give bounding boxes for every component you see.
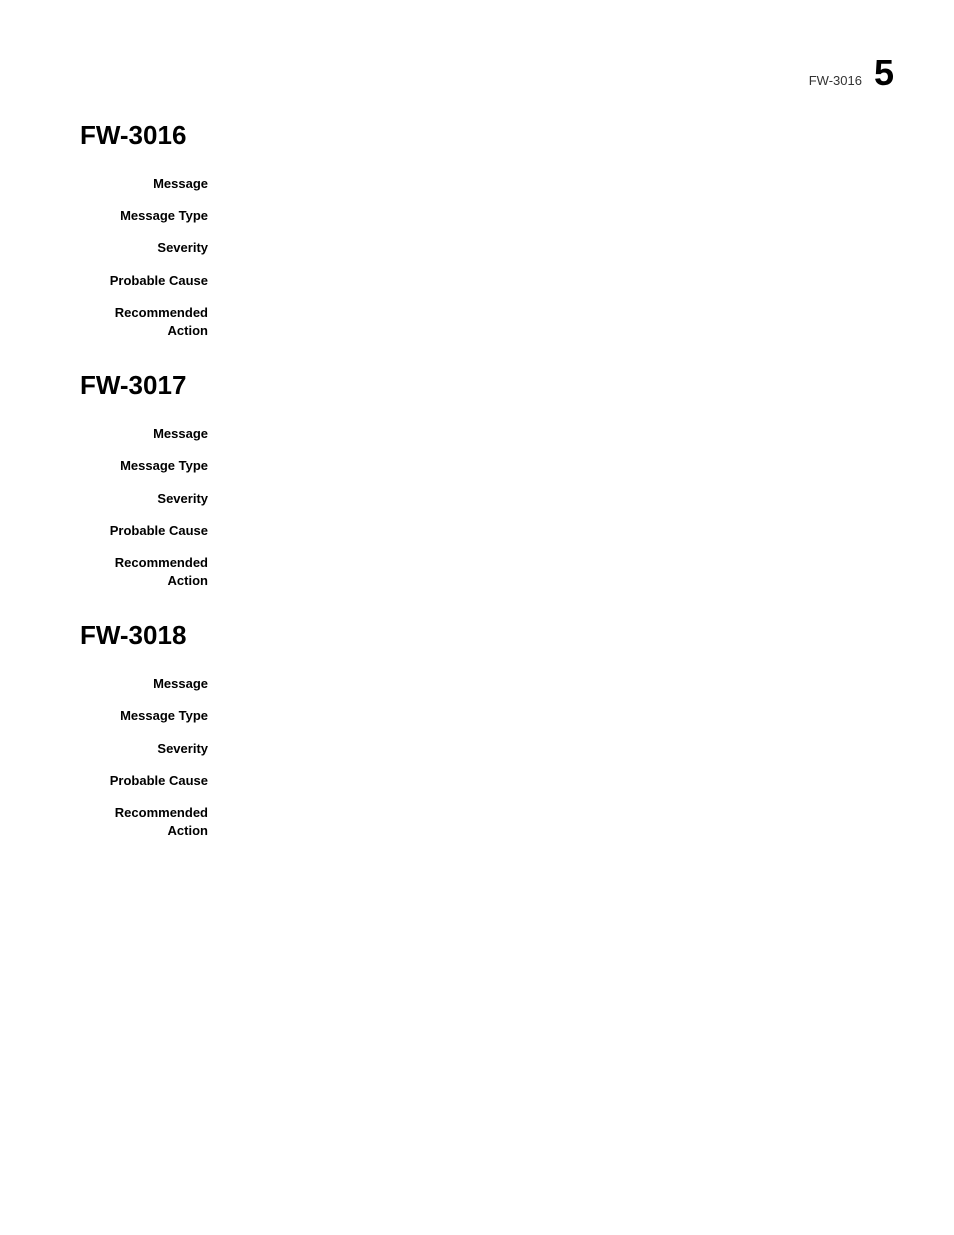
field-value-fw-3016-1: [220, 207, 874, 225]
field-row-fw-3018-2: Severity: [80, 740, 874, 758]
entry-title-fw-3016: FW-3016: [80, 120, 874, 151]
entry-title-fw-3018: FW-3018: [80, 620, 874, 651]
field-value-fw-3018-2: [220, 740, 874, 758]
field-row-fw-3018-1: Message Type: [80, 707, 874, 725]
field-label-fw-3018-3: Probable Cause: [80, 772, 220, 790]
field-row-fw-3018-0: Message: [80, 675, 874, 693]
field-label-fw-3018-0: Message: [80, 675, 220, 693]
field-label-fw-3016-3: Probable Cause: [80, 272, 220, 290]
field-row-fw-3017-3: Probable Cause: [80, 522, 874, 540]
field-label-fw-3017-3: Probable Cause: [80, 522, 220, 540]
field-label-fw-3017-2: Severity: [80, 490, 220, 508]
field-value-fw-3018-0: [220, 675, 874, 693]
entry-title-fw-3017: FW-3017: [80, 370, 874, 401]
field-row-fw-3017-4: RecommendedAction: [80, 554, 874, 590]
page-content: FW-3016 Message Message Type Severity Probab…: [0, 0, 954, 840]
field-label-fw-3016-0: Message: [80, 175, 220, 193]
field-row-fw-3016-4: RecommendedAction: [80, 304, 874, 340]
field-value-fw-3016-4: [220, 304, 874, 340]
field-value-fw-3016-0: [220, 175, 874, 193]
field-row-fw-3017-1: Message Type: [80, 457, 874, 475]
field-label-fw-3018-1: Message Type: [80, 707, 220, 725]
field-value-fw-3017-2: [220, 490, 874, 508]
field-value-fw-3018-3: [220, 772, 874, 790]
field-row-fw-3018-3: Probable Cause: [80, 772, 874, 790]
field-label-fw-3017-4: RecommendedAction: [80, 554, 220, 590]
field-row-fw-3018-4: RecommendedAction: [80, 804, 874, 840]
field-label-fw-3018-4: RecommendedAction: [80, 804, 220, 840]
field-label-fw-3016-1: Message Type: [80, 207, 220, 225]
entry-fw-3016: FW-3016 Message Message Type Severity Probab…: [80, 120, 874, 340]
field-label-fw-3016-2: Severity: [80, 239, 220, 257]
field-label-fw-3016-4: RecommendedAction: [80, 304, 220, 340]
page-header: FW-3016 5: [809, 52, 894, 94]
field-row-fw-3016-1: Message Type: [80, 207, 874, 225]
field-value-fw-3018-4: [220, 804, 874, 840]
entry-fw-3018: FW-3018 Message Message Type Severity Probab…: [80, 620, 874, 840]
field-value-fw-3017-1: [220, 457, 874, 475]
field-label-fw-3018-2: Severity: [80, 740, 220, 758]
field-label-fw-3017-0: Message: [80, 425, 220, 443]
field-row-fw-3016-3: Probable Cause: [80, 272, 874, 290]
field-row-fw-3016-0: Message: [80, 175, 874, 193]
field-label-fw-3017-1: Message Type: [80, 457, 220, 475]
entry-fw-3017: FW-3017 Message Message Type Severity Probab…: [80, 370, 874, 590]
field-value-fw-3018-1: [220, 707, 874, 725]
field-value-fw-3017-3: [220, 522, 874, 540]
field-value-fw-3017-0: [220, 425, 874, 443]
field-row-fw-3017-0: Message: [80, 425, 874, 443]
field-row-fw-3017-2: Severity: [80, 490, 874, 508]
field-value-fw-3016-3: [220, 272, 874, 290]
field-value-fw-3017-4: [220, 554, 874, 590]
header-page-number: 5: [874, 52, 894, 94]
header-code: FW-3016: [809, 73, 862, 88]
field-value-fw-3016-2: [220, 239, 874, 257]
field-row-fw-3016-2: Severity: [80, 239, 874, 257]
